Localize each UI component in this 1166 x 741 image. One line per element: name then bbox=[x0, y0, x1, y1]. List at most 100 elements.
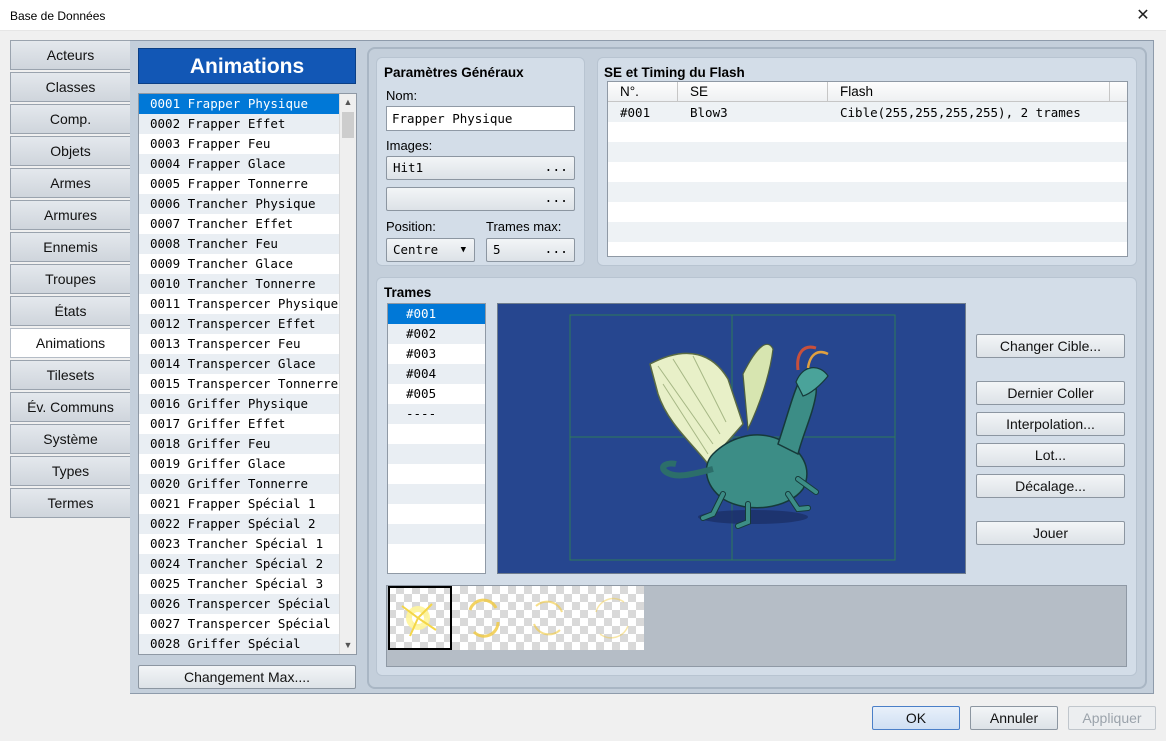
scroll-thumb[interactable] bbox=[342, 112, 354, 138]
image2-picker[interactable]: ... bbox=[386, 187, 575, 211]
image-cell-4[interactable] bbox=[580, 586, 644, 650]
frame-list-item[interactable] bbox=[388, 444, 485, 464]
tab-0[interactable]: Acteurs bbox=[10, 40, 130, 70]
change-max-button[interactable]: Changement Max.... bbox=[138, 665, 356, 689]
tab-10[interactable]: Tilesets bbox=[10, 360, 130, 390]
se-flash-table[interactable]: N°. SE Flash #001 Blow3 Cible(255,255,255,… bbox=[607, 81, 1128, 257]
list-item[interactable]: 0019 Griffer Glace bbox=[139, 454, 341, 474]
list-item[interactable]: 0015 Transpercer Tonnerre bbox=[139, 374, 341, 394]
list-item[interactable]: 0012 Transpercer Effet bbox=[139, 314, 341, 334]
ellipsis-icon: ... bbox=[544, 191, 568, 206]
list-item[interactable]: 0027 Transpercer Spécial 2 bbox=[139, 614, 346, 634]
scroll-up-arrow-icon[interactable]: ▲ bbox=[340, 94, 356, 111]
tab-7[interactable]: Troupes bbox=[10, 264, 130, 294]
list-item[interactable]: 0010 Trancher Tonnerre bbox=[139, 274, 341, 294]
list-item[interactable]: 0025 Trancher Spécial 3 bbox=[139, 574, 341, 594]
list-item[interactable]: 0016 Griffer Physique bbox=[139, 394, 341, 414]
hit-ring-icon bbox=[595, 597, 629, 639]
list-item[interactable]: 0018 Griffer Feu bbox=[139, 434, 341, 454]
list-item[interactable]: 0024 Trancher Spécial 2 bbox=[139, 554, 341, 574]
frame-list-item[interactable]: #005 bbox=[388, 384, 485, 404]
list-item[interactable]: 0026 Transpercer Spécial 1 bbox=[139, 594, 346, 614]
tab-4[interactable]: Armes bbox=[10, 168, 130, 198]
frame-list-item[interactable]: ---- bbox=[388, 404, 485, 424]
name-field[interactable]: Frapper Physique bbox=[386, 106, 575, 131]
frame-list[interactable]: #001 #002 #003 #004 #005 ---- bbox=[387, 303, 486, 574]
position-select[interactable]: Centre ▼ bbox=[386, 238, 475, 262]
column-divider bbox=[827, 82, 828, 102]
list-item[interactable]: 0008 Trancher Feu bbox=[139, 234, 341, 254]
batch-button[interactable]: Lot... bbox=[976, 443, 1125, 467]
list-item[interactable]: 0013 Transpercer Feu bbox=[139, 334, 341, 354]
list-item[interactable]: 0003 Frapper Feu bbox=[139, 134, 341, 154]
animation-preview-canvas[interactable] bbox=[497, 303, 966, 574]
list-item[interactable]: 0001 Frapper Physique bbox=[139, 94, 341, 114]
paste-last-button[interactable]: Dernier Coller bbox=[976, 381, 1125, 405]
frame-list-item[interactable] bbox=[388, 424, 485, 444]
list-item[interactable]: 0014 Transpercer Glace bbox=[139, 354, 341, 374]
tab-13[interactable]: Types bbox=[10, 456, 130, 486]
frame-list-item[interactable]: #002 bbox=[388, 324, 485, 344]
image-cell-3[interactable] bbox=[516, 586, 580, 650]
list-item[interactable]: 0020 Griffer Tonnerre bbox=[139, 474, 341, 494]
list-item[interactable]: 0028 Griffer Spécial bbox=[139, 634, 341, 654]
scroll-down-arrow-icon[interactable]: ▼ bbox=[340, 637, 356, 654]
list-scrollbar[interactable]: ▲ ▼ bbox=[339, 94, 356, 654]
image-cell-strip[interactable] bbox=[386, 585, 1127, 667]
list-item[interactable]: 0002 Frapper Effet bbox=[139, 114, 341, 134]
table-row[interactable] bbox=[608, 222, 1127, 242]
tab-12[interactable]: Système bbox=[10, 424, 130, 454]
table-row[interactable]: #001 Blow3 Cible(255,255,255,255), 2 trame… bbox=[608, 102, 1127, 122]
table-row[interactable] bbox=[608, 142, 1127, 162]
shift-button[interactable]: Décalage... bbox=[976, 474, 1125, 498]
play-button[interactable]: Jouer bbox=[976, 521, 1125, 545]
tab-5[interactable]: Armures bbox=[10, 200, 130, 230]
list-item[interactable]: 0011 Transpercer Physique bbox=[139, 294, 341, 314]
frame-list-item[interactable] bbox=[388, 504, 485, 524]
tab-6[interactable]: Ennemis bbox=[10, 232, 130, 262]
image-cell-1[interactable] bbox=[388, 586, 452, 650]
frame-list-item[interactable]: #001 bbox=[388, 304, 485, 324]
frame-list-item[interactable] bbox=[388, 524, 485, 544]
cancel-button[interactable]: Annuler bbox=[970, 706, 1058, 730]
apply-button[interactable]: Appliquer bbox=[1068, 706, 1156, 730]
table-row[interactable] bbox=[608, 182, 1127, 202]
list-item[interactable]: 0004 Frapper Glace bbox=[139, 154, 341, 174]
chevron-down-icon: ▼ bbox=[460, 245, 466, 255]
title-bar: Base de Données ✕ bbox=[0, 0, 1166, 31]
list-item[interactable]: 0007 Trancher Effet bbox=[139, 214, 341, 234]
close-icon[interactable]: ✕ bbox=[1120, 0, 1166, 30]
general-settings-panel: Paramètres Généraux Nom: Frapper Physiqu… bbox=[376, 57, 585, 266]
list-item[interactable]: 0006 Trancher Physique bbox=[139, 194, 341, 214]
table-row[interactable] bbox=[608, 162, 1127, 182]
frame-list-item[interactable] bbox=[388, 464, 485, 484]
frame-list-item[interactable] bbox=[388, 484, 485, 504]
table-header: N°. SE Flash bbox=[608, 82, 1127, 102]
list-item[interactable]: 0023 Trancher Spécial 1 bbox=[139, 534, 341, 554]
tab-1[interactable]: Classes bbox=[10, 72, 130, 102]
tab-8[interactable]: États bbox=[10, 296, 130, 326]
list-item[interactable]: 0021 Frapper Spécial 1 bbox=[139, 494, 341, 514]
tab-2[interactable]: Comp. bbox=[10, 104, 130, 134]
frame-list-item[interactable]: #004 bbox=[388, 364, 485, 384]
window-title: Base de Données bbox=[10, 9, 106, 23]
animation-list[interactable]: 0001 Frapper Physique 0002 Frapper Effet 0… bbox=[138, 93, 357, 655]
tab-3[interactable]: Objets bbox=[10, 136, 130, 166]
tween-button[interactable]: Interpolation... bbox=[976, 412, 1125, 436]
table-row[interactable] bbox=[608, 202, 1127, 222]
frame-list-item[interactable]: #003 bbox=[388, 344, 485, 364]
frames-max-picker[interactable]: 5 ... bbox=[486, 238, 575, 262]
change-target-button[interactable]: Changer Cible... bbox=[976, 334, 1125, 358]
list-item[interactable]: 0005 Frapper Tonnerre bbox=[139, 174, 341, 194]
image1-picker[interactable]: Hit1 ... bbox=[386, 156, 575, 180]
tab-11[interactable]: Év. Communs bbox=[10, 392, 130, 422]
image-cell-2[interactable] bbox=[452, 586, 516, 650]
list-item[interactable]: 0017 Griffer Effet bbox=[139, 414, 341, 434]
ok-button[interactable]: OK bbox=[872, 706, 960, 730]
tab-9[interactable]: Animations bbox=[10, 328, 130, 358]
table-row[interactable] bbox=[608, 122, 1127, 142]
tab-14[interactable]: Termes bbox=[10, 488, 130, 518]
list-item[interactable]: 0022 Frapper Spécial 2 bbox=[139, 514, 341, 534]
frame-list-item[interactable] bbox=[388, 544, 485, 564]
list-item[interactable]: 0009 Trancher Glace bbox=[139, 254, 341, 274]
